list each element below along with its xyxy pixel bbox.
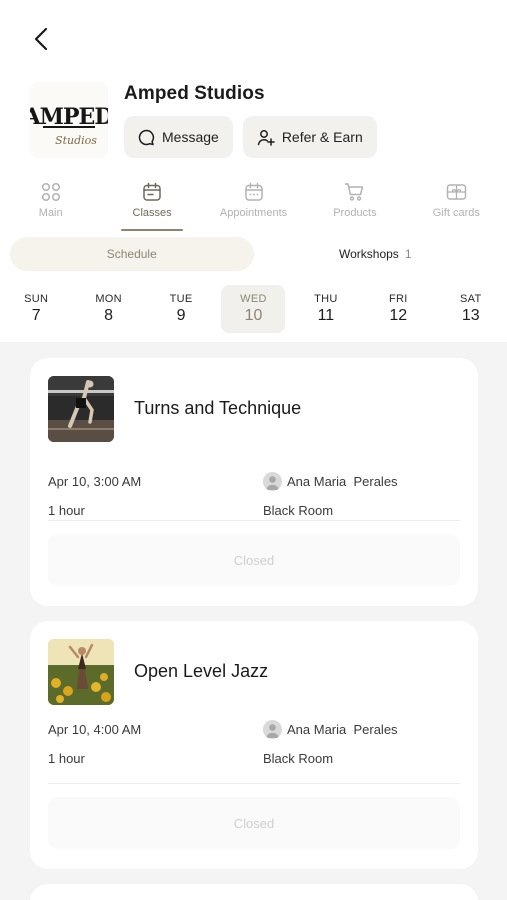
studio-header: AMPED Studios Amped Studios Message Refe… [0, 0, 507, 342]
closed-status-button: Closed [48, 797, 460, 849]
user-icon [266, 476, 279, 490]
svg-text:Studios: Studios [55, 134, 97, 147]
day-name: FRI [389, 293, 408, 305]
grid-icon [41, 182, 60, 202]
instructor-name: Ana Maria Perales [287, 722, 398, 737]
segment-workshops[interactable]: Workshops 1 [254, 237, 498, 271]
class-room: Black Room [263, 751, 334, 766]
day-date: 7 [31, 307, 41, 324]
tab-main[interactable]: Main [0, 178, 101, 234]
week-day-selector: SUN 7 MON 8 TUE 9 WED 10 THU 11 FRI 12 S… [0, 285, 507, 333]
user-icon [266, 724, 279, 738]
tab-appointments[interactable]: Appointments [203, 178, 304, 234]
class-thumbnail [48, 639, 114, 705]
class-datetime: Apr 10, 3:00 AM [48, 474, 142, 489]
workshops-count-badge: 1 [404, 247, 412, 261]
schedule-segmented-control: Schedule Workshops 1 [10, 237, 497, 271]
tab-label: Main [38, 207, 63, 219]
tab-gift-cards[interactable]: Gift cards [406, 178, 507, 234]
refer-earn-label: Refer & Earn [281, 129, 363, 145]
header-actions: Message Refer & Earn [124, 116, 377, 158]
class-instructor[interactable]: Ana Maria Perales [263, 472, 398, 491]
tab-label: Gift cards [432, 207, 480, 219]
day-name: SUN [24, 293, 49, 305]
class-datetime: Apr 10, 4:00 AM [48, 722, 142, 737]
class-thumbnail [48, 376, 114, 442]
class-title: Turns and Technique [134, 398, 302, 418]
day-name: TUE [169, 293, 193, 305]
chevron-left-icon [34, 27, 48, 51]
cart-icon [345, 183, 364, 201]
day-date: 12 [389, 307, 408, 324]
instructor-name: Ana Maria Perales [287, 474, 398, 489]
class-card[interactable] [30, 884, 478, 900]
day-tue[interactable]: TUE 9 [149, 285, 213, 333]
card-divider [48, 520, 460, 521]
tab-label: Classes [132, 207, 172, 219]
calendar-icon [143, 182, 161, 201]
day-fri[interactable]: FRI 12 [366, 285, 430, 333]
tab-classes[interactable]: Classes [101, 178, 202, 234]
day-date: 11 [317, 307, 335, 324]
tab-products[interactable]: Products [304, 178, 405, 234]
chat-bubble-icon [138, 129, 155, 145]
day-date: 8 [104, 307, 114, 324]
day-name: MON [95, 293, 122, 305]
card-divider [48, 783, 460, 784]
refer-earn-button[interactable]: Refer & Earn [242, 116, 377, 158]
calendar-icon [244, 182, 263, 201]
studio-name: Amped Studios [124, 83, 265, 104]
class-list: Turns and Technique Apr 10, 3:00 AM 1 ho… [0, 342, 507, 900]
day-sun[interactable]: SUN 7 [4, 285, 68, 333]
segment-schedule[interactable]: Schedule [10, 237, 254, 271]
day-name: SAT [459, 293, 482, 305]
back-button[interactable] [26, 24, 56, 54]
instructor-avatar [263, 472, 282, 491]
day-date: 13 [461, 307, 480, 324]
message-label: Message [162, 129, 219, 145]
day-mon[interactable]: MON 8 [77, 285, 141, 333]
day-sat[interactable]: SAT 13 [439, 285, 503, 333]
class-duration: 1 hour [48, 751, 85, 766]
closed-status-button: Closed [48, 534, 460, 586]
segment-schedule-label: Schedule [106, 247, 157, 261]
day-name: WED [240, 293, 267, 305]
day-date: 9 [176, 307, 186, 324]
class-instructor[interactable]: Ana Maria Perales [263, 720, 398, 739]
day-wed[interactable]: WED 10 [221, 285, 286, 333]
tab-label: Appointments [219, 207, 288, 219]
class-card[interactable]: Turns and Technique Apr 10, 3:00 AM 1 ho… [30, 358, 478, 606]
class-title: Open Level Jazz [134, 661, 269, 681]
tab-label: Products [333, 207, 377, 219]
instructor-avatar [263, 720, 282, 739]
class-card[interactable]: Open Level Jazz Apr 10, 4:00 AM 1 hour A… [30, 621, 478, 869]
studio-tabs: Main Classes Appointments Products Gift … [0, 178, 507, 234]
gift-icon [446, 184, 467, 200]
studio-logo: AMPED Studios [30, 82, 108, 158]
segment-workshops-label: Workshops [339, 247, 399, 261]
day-name: THU [314, 293, 338, 305]
user-plus-icon [257, 129, 275, 146]
day-thu[interactable]: THU 11 [294, 285, 358, 333]
class-duration: 1 hour [48, 503, 85, 518]
day-date: 10 [244, 307, 263, 324]
class-room: Black Room [263, 503, 334, 518]
message-button[interactable]: Message [124, 116, 233, 158]
